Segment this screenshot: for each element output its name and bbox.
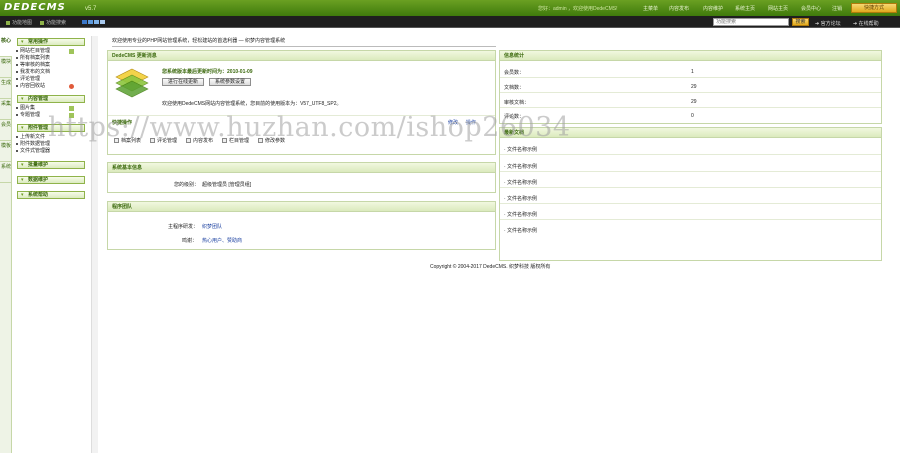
search-button[interactable]: 搜索 [792,18,809,26]
tab-function-search[interactable]: 功能搜索 [40,19,66,26]
watermark-text: https://www.huzhan.com/ishop26034 [48,112,571,143]
version-info-text: 欢迎使用DedeCMS网站内容管理系统，您目前的使用版本为：V57_UTF8_S… [162,101,342,107]
menu-item-recycle[interactable]: 内容回收站 [16,83,88,90]
online-update-button[interactable]: 进行在线更新 [162,78,204,86]
stat-value: 29 [691,84,697,90]
help-link[interactable]: ➔ 在线帮助 [853,20,879,27]
menu-item-columns[interactable]: 网站栏目管理 [16,48,88,55]
nav-publish[interactable]: 内容发布 [669,5,689,12]
stat-label: 文档数： [504,85,525,91]
vtab-system[interactable]: 系统 [0,162,12,183]
sysinfo-panel: 系统基本信息 您的级别： 超级管理员 [管理员组] [107,162,496,193]
nav-main-menu[interactable]: 主菜单 [643,5,658,12]
stat-value: 0 [691,113,694,119]
nav-site-home[interactable]: 网站主页 [768,5,788,12]
welcome-message: 欢迎使用专业的PHP网站管理系统，轻松建站的首选利器 — 织梦内容管理系统 [112,38,286,44]
tab-function-map[interactable]: 功能地图 [6,19,32,26]
vtab-generate[interactable]: 生成 [0,78,12,99]
vtab-module[interactable]: 模块 [0,57,12,78]
skin-swatch-4[interactable] [100,20,105,24]
menu-section-help[interactable]: 系统帮助 [17,191,85,199]
menu-section-batch[interactable]: 批量维护 [17,161,85,169]
nav-logout[interactable]: 注销 [832,5,842,12]
vtab-member[interactable]: 会员 [0,120,12,141]
version-label: v5.7 [85,6,97,12]
team-thanks-label: 鸣谢： [182,238,198,244]
quick-shortcut-button[interactable]: 快捷方式 [851,3,897,13]
skin-swatch-1[interactable] [82,20,87,24]
menu-item-gallery[interactable]: 图片集 [16,105,88,112]
vtab-template[interactable]: 模板 [0,141,12,162]
nav-sys-home[interactable]: 系统主页 [735,5,755,12]
menu-section-data[interactable]: 数据维护 [17,176,85,184]
sysinfo-panel-title: 系统基本信息 [108,163,495,173]
nav-maintain[interactable]: 内容维护 [703,5,723,12]
logo: DEDECMS [4,2,66,13]
vtab-core[interactable]: 核心 [0,36,12,57]
top-header: DEDECMS v5.7 您好：admin ，欢迎使用DedeCMS! 主菜单 … [0,0,900,16]
menu-item-all-docs[interactable]: 所有档案列表 [16,55,88,62]
latest-docs-panel: 最新文档 · 文件名称示例 · 文件名称示例 · 文件名称示例 · 文件名称示例… [499,127,882,261]
latest-doc-item[interactable]: · 文件名称示例 [504,211,537,218]
menu-item-my-docs[interactable]: 我发布的文档 [16,69,88,76]
update-panel-title: DedeCMS 更新消息 [108,51,495,61]
clear-icon[interactable] [69,84,74,89]
stat-value: 1 [691,69,694,75]
menu-item-comments[interactable]: 评论管理 [16,76,88,83]
skin-swatch-3[interactable] [94,20,99,24]
stat-label: 会员数： [504,70,525,76]
stats-panel-title: 信息统计 [500,51,881,61]
divider [112,46,496,47]
menu-item-file-manager[interactable]: 文件式管理器 [16,148,88,155]
welcome-user-text: 您好：admin ，欢迎使用DedeCMS! [538,6,618,12]
menu-scrollbar[interactable] [91,36,98,453]
menu-section-common[interactable]: 常用操作 [17,38,85,46]
latest-doc-item[interactable]: · 文件名称示例 [504,179,537,186]
dedecms-logo-icon [115,68,149,98]
sysinfo-value: 超级管理员 [管理员组] [202,182,252,188]
sys-config-button[interactable]: 系统参数设置 [209,78,251,86]
menu-section-content[interactable]: 内容管理 [17,95,85,103]
left-menu: 常用操作 网站栏目管理 所有档案列表 等审核的档案 我发布的文档 评论管理 内容… [13,36,88,453]
side-vertical-tabs: 核心 模块 生成 采集 会员 模板 系统 [0,36,12,453]
function-search-input[interactable] [713,18,789,26]
latest-doc-item[interactable]: · 文件名称示例 [504,195,537,202]
team-thanks-value[interactable]: 热心用户、赞助商 [202,237,242,244]
search-icon [40,20,44,25]
team-dev-value[interactable]: 织梦团队 [202,223,222,230]
forum-link[interactable]: ➔ 官方论坛 [815,20,841,27]
sysinfo-label: 您的级别： [174,182,200,188]
vtab-collect[interactable]: 采集 [0,99,12,120]
team-dev-label: 主程序研发： [168,224,199,230]
latest-doc-item[interactable]: · 文件名称示例 [504,146,537,153]
skin-swatch-2[interactable] [88,20,93,24]
latest-doc-item[interactable]: · 文件名称示例 [504,163,537,170]
nav-member-center[interactable]: 会员中心 [801,5,821,12]
stat-label: 审核文档： [504,100,530,106]
team-panel: 程序团队 主程序研发： 织梦团队 鸣谢： 热心用户、赞助商 [107,201,496,250]
main-content: 欢迎使用专业的PHP网站管理系统，轻松建站的首选利器 — 织梦内容管理系统 De… [100,28,900,453]
copyright-text: Copyright © 2004-2017 DedeCMS. 织梦科技 版权所有 [430,264,551,270]
menu-item-pending[interactable]: 等审核的档案 [16,62,88,69]
team-panel-title: 程序团队 [108,202,495,212]
add-icon[interactable] [69,49,74,54]
stat-value: 29 [691,99,697,105]
map-icon [6,20,10,25]
latest-doc-item[interactable]: · 文件名称示例 [504,227,537,234]
update-time-label: 您系统版本最后更新时间为：2010-01-09 [162,69,253,75]
add-icon[interactable] [69,106,74,111]
